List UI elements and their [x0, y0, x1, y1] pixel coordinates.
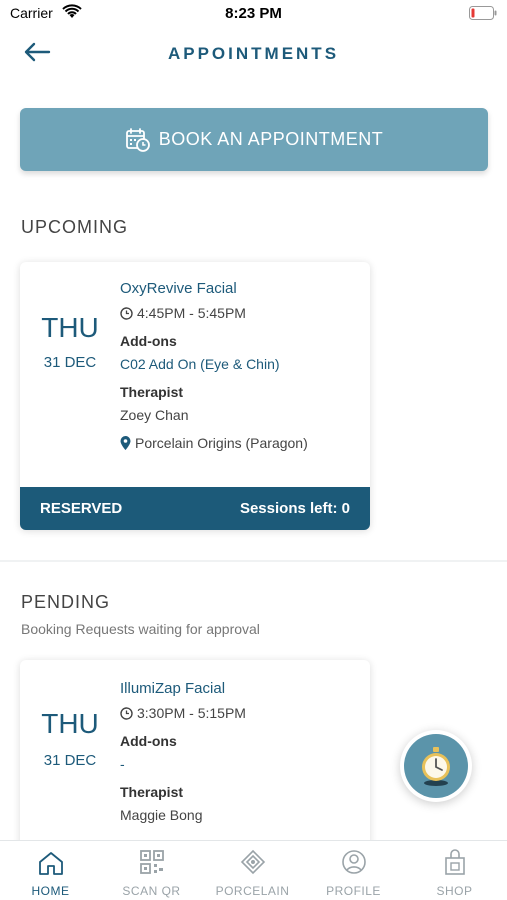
- quick-booking-fab[interactable]: [400, 730, 472, 802]
- home-icon: [39, 852, 63, 875]
- tab-shop-label: SHOP: [436, 884, 473, 898]
- page-title: APPOINTMENTS: [167, 44, 340, 63]
- tab-scan-qr[interactable]: SCAN QR: [101, 841, 202, 900]
- book-appointment-label: BOOK AN APPOINTMENT: [158, 129, 384, 149]
- appointment-date: 31 DEC: [43, 752, 97, 769]
- upcoming-heading: UPCOMING: [21, 217, 128, 237]
- clock: 8:23 PM: [225, 5, 282, 22]
- clock-icon: [120, 706, 133, 720]
- addons-label: Add-ons: [120, 733, 177, 749]
- tab-scan-qr-label: SCAN QR: [122, 884, 181, 898]
- addons-value: -: [120, 756, 125, 772]
- addons-label: Add-ons: [120, 333, 177, 349]
- location-name: Porcelain Origins (Paragon): [135, 435, 308, 451]
- pending-subtitle: Booking Requests waiting for approval: [21, 621, 260, 637]
- therapist-name: Maggie Bong: [120, 807, 203, 823]
- book-appointment-button[interactable]: BOOK AN APPOINTMENT: [20, 108, 488, 171]
- stopwatch-icon: [422, 747, 450, 786]
- therapist-label: Therapist: [120, 384, 184, 400]
- service-name: IllumiZap Facial: [120, 680, 226, 697]
- profile-icon: [342, 850, 366, 874]
- appointment-date: 31 DEC: [43, 354, 97, 371]
- addons-value: C02 Add On (Eye & Chin): [120, 356, 280, 372]
- status-bar: Carrier 8:23 PM: [0, 0, 507, 28]
- tab-profile[interactable]: PROFILE: [303, 841, 404, 900]
- tab-porcelain[interactable]: PORCELAIN: [202, 841, 303, 900]
- porcelain-icon: [240, 849, 266, 875]
- clock-icon: [120, 306, 133, 320]
- section-divider: [0, 560, 507, 562]
- calendar-clock-icon: [125, 127, 150, 152]
- upcoming-appointment-card[interactable]: THU 31 DEC OxyRevive Facial 4:45PM - 5:4…: [20, 262, 370, 530]
- therapist-label: Therapist: [120, 784, 184, 800]
- status-badge: RESERVED: [40, 500, 123, 517]
- qr-icon: [140, 850, 164, 874]
- appointment-status-bar: RESERVED Sessions left: 0: [20, 487, 370, 530]
- tab-shop[interactable]: SHOP: [404, 841, 505, 900]
- pending-heading: PENDING: [21, 592, 111, 612]
- appointment-time: 4:45PM - 5:45PM: [137, 305, 246, 321]
- service-name: OxyRevive Facial: [120, 280, 237, 297]
- tab-home-label: HOME: [31, 884, 70, 898]
- sessions-left: Sessions left: 0: [239, 500, 350, 517]
- pending-appointment-card[interactable]: THU 31 DEC IllumiZap Facial 3:30PM - 5:1…: [20, 660, 370, 860]
- appointment-time: 3:30PM - 5:15PM: [137, 705, 246, 721]
- therapist-name: Zoey Chan: [120, 407, 189, 423]
- location-pin-icon: [120, 436, 131, 450]
- tab-porcelain-label: PORCELAIN: [215, 884, 290, 898]
- battery-icon: [469, 6, 497, 20]
- appointment-day: THU: [41, 312, 99, 343]
- appointment-day: THU: [41, 708, 99, 739]
- tab-home[interactable]: HOME: [0, 841, 101, 900]
- shop-icon: [445, 849, 465, 875]
- bottom-tab-bar: HOME SCAN QR PORCELAIN PROFILE SHOP: [0, 840, 507, 900]
- tab-profile-label: PROFILE: [326, 884, 381, 898]
